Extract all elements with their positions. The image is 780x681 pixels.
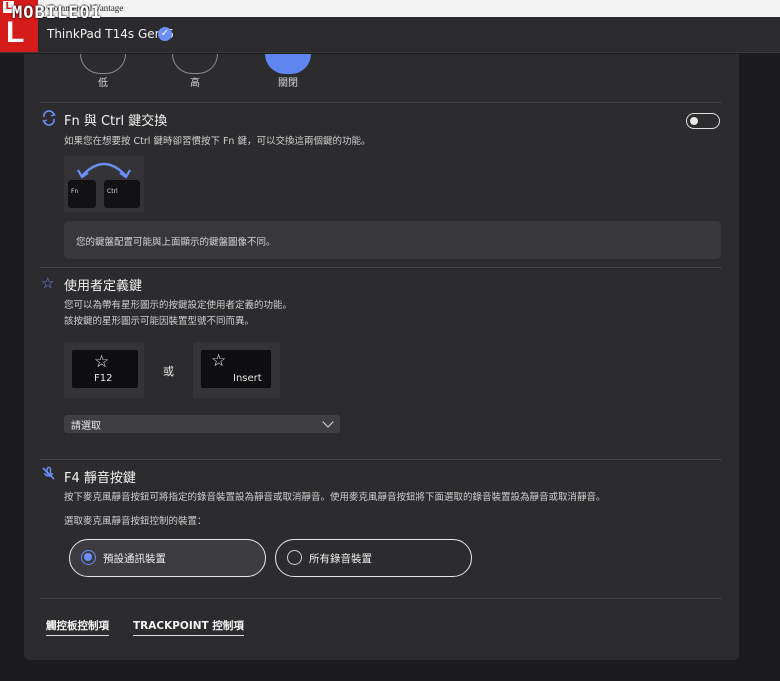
swap-arrow-icon (77, 162, 131, 179)
keyboard-layout-note: 您的鍵盤配置可能與上面顯示的鍵盤圖像不同。 (64, 221, 721, 259)
verified-check-icon: ✓ (158, 27, 172, 41)
star-key-icon: ☆ (94, 352, 110, 372)
level-option-high[interactable] (172, 54, 218, 74)
insert-key-label: Insert (233, 373, 262, 384)
f12-key-label: F12 (94, 373, 113, 384)
device-name: ThinkPad T14s Gen 6 (47, 27, 174, 41)
level-label-off: 關閉 (278, 78, 298, 89)
level-option-low[interactable] (80, 54, 126, 74)
mic-mute-icon (41, 466, 56, 485)
or-label: 或 (163, 365, 174, 378)
level-option-off[interactable] (265, 54, 311, 74)
user-key-select-value: 請選取 (71, 421, 101, 432)
user-key-description-1: 您可以為帶有星形圖示的按鍵設定使用者定義的功能。 (64, 300, 293, 311)
app-header: ThinkPad T14s Gen 6 ✓ (0, 17, 780, 53)
insert-key: ☆ Insert (201, 350, 271, 388)
fn-ctrl-toggle[interactable] (686, 113, 720, 129)
f4-mute-description: 按下麥克風靜音按鈕可將指定的錄音裝置設為靜音或取消靜音。使用麥克風靜音按鈕將下面… (64, 492, 606, 503)
user-key-select[interactable]: 請選取 (64, 415, 340, 433)
key-ctrl: Ctrl (104, 180, 140, 208)
insert-key-illustration: ☆ Insert (193, 342, 280, 398)
radio-indicator (287, 550, 302, 565)
star-icon: ☆ (41, 274, 55, 292)
fn-ctrl-description: 如果您在想要按 Ctrl 鍵時卻習慣按下 Fn 鍵，可以交換這兩個鍵的功能。 (64, 136, 371, 147)
radio-label: 預設通訊裝置 (103, 553, 166, 565)
swap-icon (41, 110, 57, 130)
radio-all-recording-devices[interactable]: 所有錄音裝置 (275, 539, 472, 577)
radio-label: 所有錄音裝置 (309, 553, 372, 565)
chevron-down-icon (322, 416, 334, 428)
fn-ctrl-key-illustration: Fn Ctrl (64, 156, 144, 212)
toggle-knob (690, 116, 698, 125)
star-key-icon: ☆ (211, 351, 227, 371)
window-titlebar: Lenovo Commercial Vantage (0, 0, 780, 17)
f4-mute-choose-label: 選取麥克風靜音按鈕控制的裝置： (64, 516, 207, 527)
section-divider (40, 459, 722, 460)
radio-indicator (81, 550, 96, 565)
f12-key: ☆ F12 (72, 350, 138, 388)
section-divider (40, 267, 722, 268)
fn-ctrl-title: Fn 與 Ctrl 鍵交換 (64, 114, 168, 129)
key-fn: Fn (68, 180, 96, 208)
f4-mute-title: F4 靜音按鍵 (64, 471, 136, 486)
section-divider (40, 598, 722, 599)
level-label-high: 高 (190, 78, 200, 89)
user-key-description-2: 該按鍵的星形圖示可能因裝置型號不同而異。 (64, 316, 255, 327)
radio-default-communication-device[interactable]: 預設通訊裝置 (69, 539, 266, 577)
f12-key-illustration: ☆ F12 (64, 342, 144, 398)
trackpoint-controls-link[interactable]: TRACKPOINT 控制項 (133, 618, 244, 636)
level-label-low: 低 (98, 78, 108, 89)
touchpad-controls-link[interactable]: 觸控板控制項 (46, 618, 109, 636)
watermark-wordmark: MOBILE01 (12, 3, 102, 23)
user-key-title: 使用者定義鍵 (64, 279, 143, 294)
section-divider (40, 102, 722, 103)
